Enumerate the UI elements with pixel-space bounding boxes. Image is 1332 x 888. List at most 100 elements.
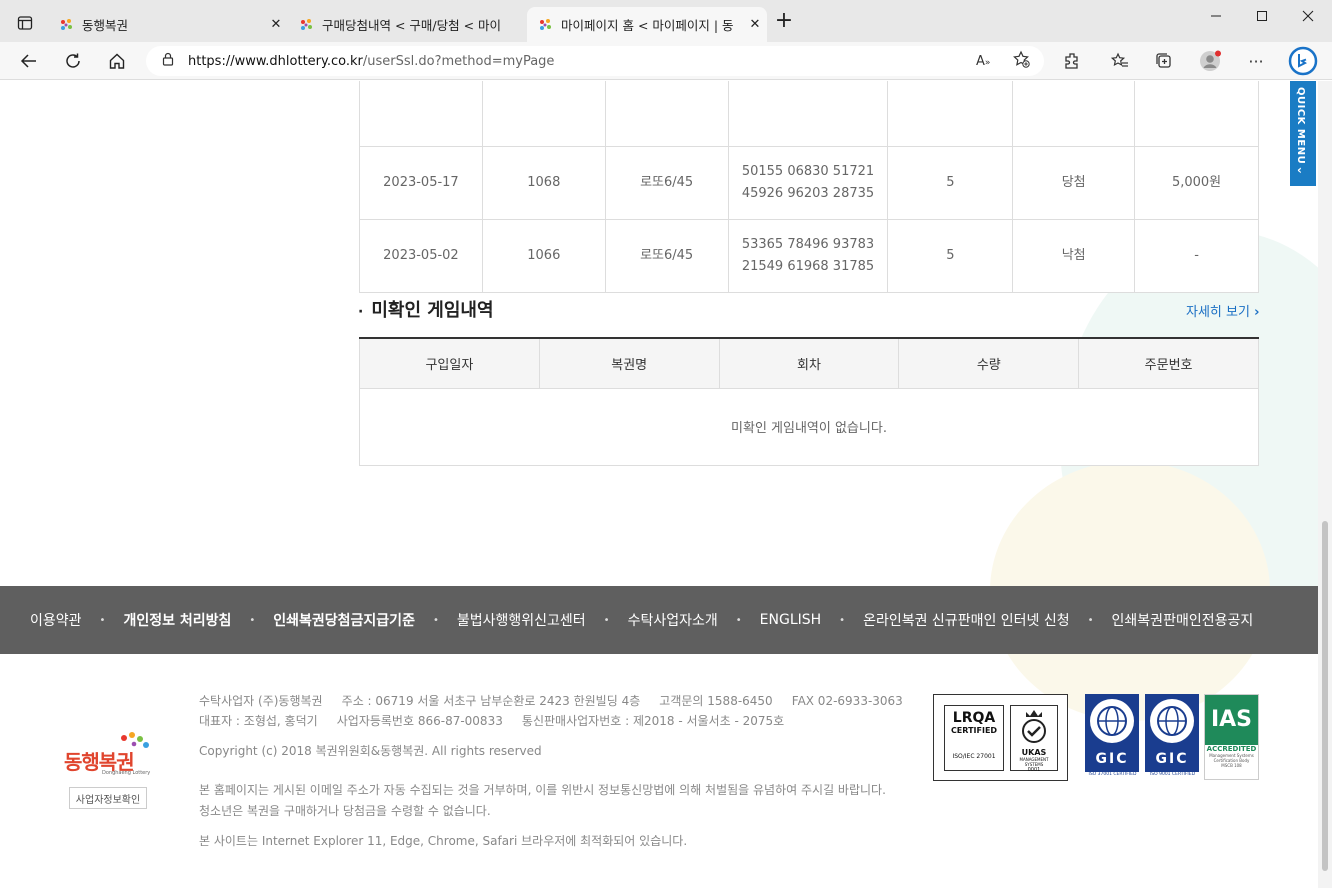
separator: •	[99, 614, 106, 626]
lrqa-certified: CERTIFIED	[950, 726, 998, 735]
column-header: 수량	[898, 338, 1080, 389]
more-options-icon[interactable]: ···	[1244, 49, 1268, 73]
purchase-date: 2023-05-17	[359, 146, 483, 220]
numbers-line: 53365 78496 93783	[741, 237, 875, 252]
footer-link-seller-notice[interactable]: 인쇄복권판매인전용공지	[1112, 610, 1254, 630]
table-row[interactable]: 2023-05-02 1066 로또6/45 53365 78496 93783…	[359, 219, 1259, 293]
footer-link-privacy[interactable]: 개인정보 처리방침	[123, 610, 231, 630]
quick-menu-label: QUICK MENU	[1295, 87, 1306, 165]
table-row[interactable]: 2023-05-17 1068 로또6/45 50155 06830 51721…	[359, 146, 1259, 220]
column-header: 복권명	[538, 338, 720, 389]
page-scrollbar[interactable]	[1318, 81, 1332, 888]
collections-icon[interactable]	[1152, 49, 1176, 73]
separator: •	[1087, 614, 1094, 626]
tab-title: 동행복권	[82, 18, 129, 33]
favorite-add-icon[interactable]	[1012, 50, 1030, 72]
column-header: 회차	[718, 338, 900, 389]
lottery-favicon-icon	[298, 17, 314, 33]
footer-link-seller-apply[interactable]: 온라인복권 신규판매인 인터넷 신청	[863, 610, 1070, 630]
footer-link-terms[interactable]: 이용약관	[30, 610, 82, 630]
favorites-icon[interactable]	[1108, 49, 1132, 73]
new-tab-button[interactable]: +	[764, 8, 804, 33]
lottery-name: 로또6/45	[604, 146, 729, 220]
lock-icon[interactable]	[162, 52, 174, 70]
ukas-number: 0001	[1027, 767, 1041, 773]
numbers-line: 21549 61968 31785	[741, 259, 875, 274]
bullet-icon: ·	[358, 304, 364, 320]
globe-icon	[1090, 699, 1134, 743]
winning-amount: 5,000원	[1134, 146, 1259, 220]
draw-round: 1066	[481, 219, 606, 293]
refresh-icon[interactable]	[60, 48, 86, 74]
maximize-icon[interactable]	[1242, 10, 1282, 26]
company-info-line: 수탁사업자 (주)동행복권 주소 : 06719 서울 서초구 남부순환로 24…	[199, 694, 903, 708]
read-aloud-icon[interactable]: A»	[976, 54, 990, 69]
home-icon[interactable]	[104, 48, 130, 74]
footer-link-company[interactable]: 수탁사업자소개	[628, 610, 718, 630]
address-field[interactable]: https://www.dhlottery.co.kr/userSsl.do?m…	[146, 46, 1044, 76]
footer-logo: 동행복권 Donghaeng Lottery	[60, 730, 160, 780]
numbers-line: 50155 06830 51721	[741, 164, 875, 179]
bing-copilot-icon[interactable]	[1288, 46, 1318, 76]
draw-round: 1068	[481, 146, 606, 220]
url-path: /userSsl.do?method=myPage	[362, 53, 555, 69]
logo-subtext: Donghaeng Lottery	[102, 770, 151, 776]
quick-menu-button[interactable]: QUICK MENU ‹	[1290, 81, 1316, 186]
selected-numbers[interactable]: 53365 78496 93783 21549 61968 31785	[727, 219, 889, 293]
chevron-left-icon: ‹	[1297, 163, 1302, 177]
separator: •	[432, 614, 439, 626]
more-link[interactable]: 자세히 보기 ›	[1186, 301, 1259, 320]
unconfirmed-games-table: 구입일자 복권명 회차 수량 주문번호 미확인 게임내역이 없습니다.	[359, 337, 1259, 466]
ias-logo-text: IAS	[1205, 695, 1258, 745]
selected-numbers[interactable]: 50155 06830 51721 45926 96203 28735	[727, 146, 889, 220]
address-toolbar: https://www.dhlottery.co.kr/userSsl.do?m…	[0, 42, 1332, 80]
section-title: · 미확인 게임내역	[358, 296, 494, 322]
tab-donghaeng[interactable]: 동행복권 ✕	[48, 7, 288, 42]
scrollbar-thumb[interactable]	[1322, 521, 1328, 871]
business-info-button[interactable]: 사업자정보확인	[69, 787, 147, 809]
purchase-quantity: 5	[887, 146, 1014, 220]
lrqa-ukas-certificate: LRQA CERTIFIED ISO/IEC 27001 UKAS MANAGE…	[933, 694, 1068, 781]
tab-purchase-history[interactable]: 구매당첨내역 < 구매/당첨 < 마이	[288, 7, 526, 42]
lottery-favicon-icon	[58, 17, 74, 33]
url-host: https://www.dhlottery.co.kr	[188, 53, 363, 69]
lrqa-logo-text: LRQA	[952, 710, 996, 726]
tab-actions-icon[interactable]	[12, 10, 38, 36]
table-row: 미확인 게임내역이 없습니다.	[359, 387, 1259, 466]
gic-text: GIC	[1155, 751, 1189, 767]
winning-history-table: 2023-05-17 1068 로또6/45 50155 06830 51721…	[359, 81, 1259, 293]
company-info-line: 대표자 : 조형섭, 홍덕기 사업자등록번호 866-87-00833 통신판매…	[199, 714, 785, 728]
gic-caption: ISO 9001 CERTIFIED	[1149, 772, 1196, 777]
tab-mypage[interactable]: 마이페이지 홈 < 마이페이지 | 동 ✕	[527, 7, 767, 42]
tab-title: 구매당첨내역 < 구매/당첨 < 마이	[322, 18, 502, 33]
tab-title: 마이페이지 홈 < 마이페이지 | 동	[561, 18, 734, 33]
back-icon[interactable]	[16, 48, 42, 74]
table-row	[359, 81, 1259, 147]
browser-notice: 본 사이트는 Internet Explorer 11, Edge, Chrom…	[199, 834, 688, 848]
tab-close-icon[interactable]: ✕	[264, 17, 288, 32]
profile-avatar[interactable]	[1198, 49, 1222, 73]
minimize-icon[interactable]	[1196, 10, 1236, 26]
separator: •	[735, 614, 742, 626]
separator: •	[839, 614, 846, 626]
winning-result: 낙첨	[1012, 219, 1136, 293]
more-link-label: 자세히 보기	[1186, 305, 1250, 320]
separator: •	[603, 614, 610, 626]
close-window-icon[interactable]	[1288, 10, 1328, 26]
footer-link-report-center[interactable]: 불법사행행위신고센터	[457, 610, 586, 630]
footer-nav: 이용약관 • 개인정보 처리방침 • 인쇄복권당첨금지급기준 • 불법사행행위신…	[0, 586, 1318, 654]
email-notice: 본 홈페이지는 게시된 이메일 주소가 자동 수집되는 것을 거부하며, 이를 …	[199, 783, 886, 797]
ukas-subtext: MANAGEMENT SYSTEMS	[1019, 757, 1049, 767]
section-title-text: 미확인 게임내역	[371, 300, 494, 321]
footer-link-prize-criteria[interactable]: 인쇄복권당첨금지급기준	[273, 610, 415, 630]
chevron-right-icon: ›	[1254, 305, 1260, 320]
gic-caption: ISO 37001 CERTIFIED	[1088, 772, 1137, 777]
column-header: 구입일자	[359, 338, 540, 389]
column-header: 주문번호	[1078, 338, 1259, 389]
lrqa-iso: ISO/IEC 27001	[952, 753, 996, 760]
footer-link-english[interactable]: ENGLISH	[760, 612, 822, 628]
extensions-icon[interactable]	[1060, 49, 1084, 73]
table-header-row: 구입일자 복권명 회차 수량 주문번호	[359, 338, 1259, 389]
copyright: Copyright (c) 2018 복권위원회&동행복권. All right…	[199, 744, 542, 758]
purchase-quantity: 5	[887, 219, 1014, 293]
